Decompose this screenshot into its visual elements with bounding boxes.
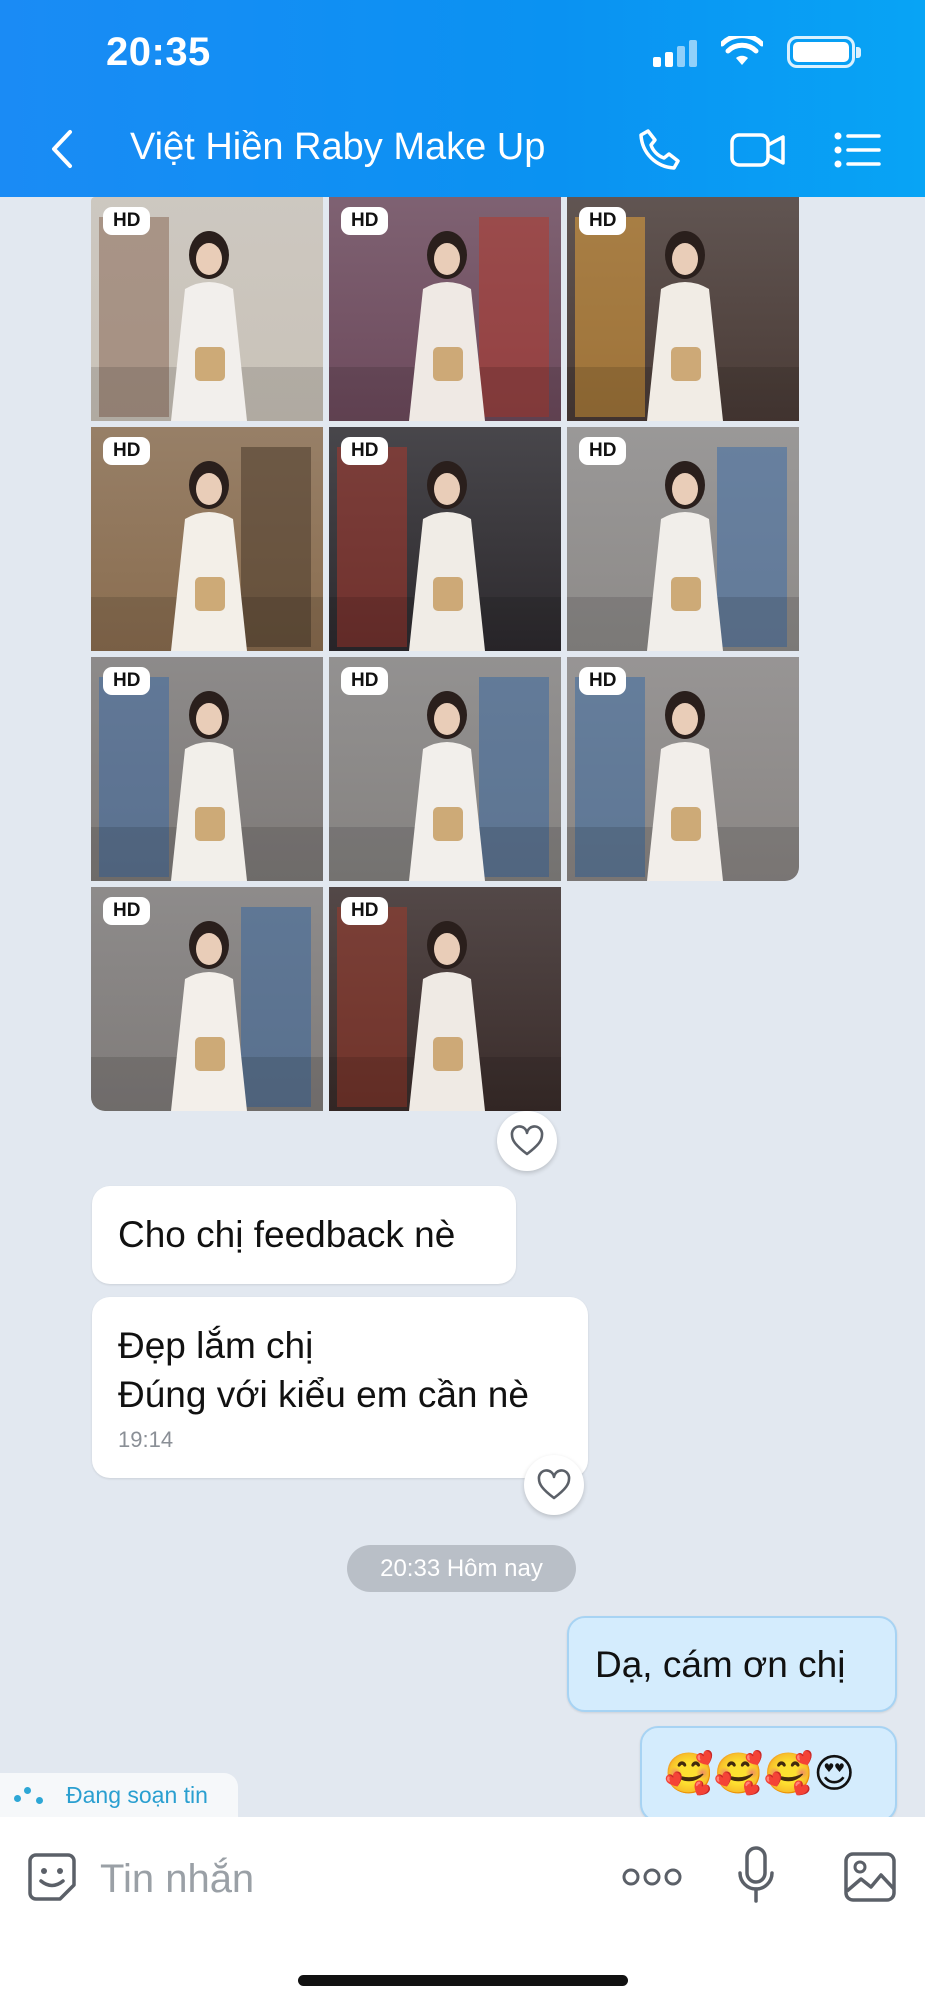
outgoing-message[interactable]: Dạ, cám ơn chị — [567, 1616, 897, 1712]
video-camera-icon — [730, 133, 785, 167]
like-button-message[interactable] — [524, 1455, 584, 1515]
hd-badge: HD — [341, 437, 389, 465]
image-icon — [844, 1852, 896, 1902]
wifi-icon — [721, 36, 763, 65]
album-photo[interactable]: HD — [91, 197, 323, 421]
sticker-button[interactable] — [22, 1847, 82, 1907]
message-text: Cho chị feedback nè — [118, 1214, 456, 1255]
hd-badge: HD — [103, 897, 151, 925]
date-separator: 20:33 Hôm nay — [347, 1545, 576, 1592]
battery-icon — [787, 36, 861, 68]
hd-badge: HD — [579, 207, 627, 235]
album-photo[interactable]: HD — [567, 657, 799, 881]
more-icon — [622, 1868, 682, 1886]
like-button-album[interactable] — [497, 1111, 557, 1171]
incoming-message[interactable]: Cho chị feedback nè — [92, 1186, 516, 1284]
message-text: Đẹp lắm chị — [118, 1325, 314, 1366]
album-photo[interactable]: HD — [329, 887, 561, 1111]
voice-record-button[interactable] — [728, 1839, 784, 1911]
chat-options-button[interactable] — [828, 120, 888, 180]
phone-icon — [639, 129, 680, 170]
microphone-icon — [738, 1846, 774, 1903]
album-photo[interactable]: HD — [91, 657, 323, 881]
album-photo[interactable]: HD — [567, 197, 799, 421]
status-time: 20:35 — [106, 30, 211, 74]
hd-badge: HD — [341, 207, 389, 235]
album-photo[interactable]: HD — [567, 427, 799, 651]
message-text: Dạ, cám ơn chị — [595, 1644, 846, 1685]
voice-call-button[interactable] — [630, 120, 690, 180]
hd-badge: HD — [103, 437, 151, 465]
typing-dots-icon — [12, 1783, 52, 1807]
more-options-button[interactable] — [620, 1849, 684, 1905]
message-timestamp: 19:14 — [118, 1427, 174, 1452]
hd-badge: HD — [579, 437, 627, 465]
album-photo[interactable]: HD — [91, 427, 323, 651]
back-button[interactable] — [40, 124, 90, 174]
album-photo[interactable]: HD — [329, 427, 561, 651]
album-photo[interactable]: HD — [329, 197, 561, 421]
cellular-signal-icon — [653, 37, 697, 67]
menu-icon — [834, 132, 881, 168]
message-text: 🥰🥰🥰😍 — [664, 1752, 856, 1796]
album-photo[interactable]: HD — [91, 887, 323, 1111]
album-photo[interactable]: HD — [329, 657, 561, 881]
heart-icon — [510, 1125, 544, 1156]
incoming-message[interactable]: Đẹp lắm chị Đúng với kiểu em cần nè 19:1… — [92, 1297, 588, 1478]
message-input[interactable] — [100, 1847, 580, 1911]
hd-badge: HD — [579, 667, 627, 695]
hd-badge: HD — [341, 897, 389, 925]
chat-header: 20:35 Việt Hiền Raby Make Up — [0, 0, 925, 197]
heart-icon — [537, 1469, 571, 1500]
hd-badge: HD — [103, 207, 151, 235]
hd-badge: HD — [103, 667, 151, 695]
back-icon — [52, 130, 72, 168]
video-call-button[interactable] — [728, 120, 788, 180]
outgoing-emoji-message[interactable]: 🥰🥰🥰😍 — [640, 1726, 897, 1822]
typing-indicator: Đang soạn tin — [0, 1773, 238, 1817]
typing-label: Đang soạn tin — [66, 1781, 208, 1808]
message-text: Đúng với kiểu em cần nè — [118, 1374, 529, 1415]
sticker-icon — [28, 1853, 76, 1901]
send-image-button[interactable] — [838, 1845, 902, 1909]
hd-badge: HD — [341, 667, 389, 695]
status-icons — [653, 36, 861, 68]
home-indicator[interactable] — [298, 1975, 628, 1986]
chat-title[interactable]: Việt Hiền Raby Make Up — [130, 126, 545, 169]
message-composer — [0, 1817, 925, 2000]
